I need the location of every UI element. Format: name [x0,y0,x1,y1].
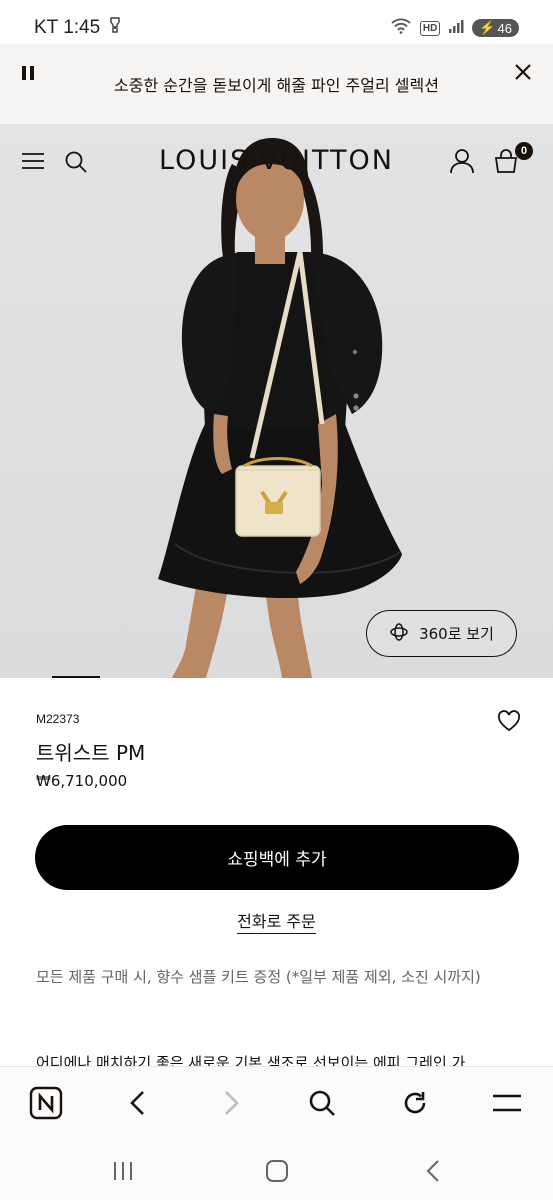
carousel-indicator [52,676,100,678]
browser-toolbar [0,1066,553,1138]
announcement-bar: 소중한 순간을 돋보이게 해줄 파인 주얼리 셀렉션 [0,44,553,124]
signal-icon [448,19,464,37]
battery-level: 46 [497,20,512,36]
product-price: ₩6,710,000 [36,772,128,790]
rotate-360-icon [389,622,409,646]
product-hero-image[interactable]: LOUIS VUITTON 0 360로 보기 [0,124,553,678]
product-name: 트위스트 PM [36,741,146,765]
back-arrow-icon[interactable] [120,1085,156,1121]
close-icon[interactable] [513,62,533,86]
search-icon[interactable] [304,1085,340,1121]
wifi-icon [390,18,412,38]
hd-badge: HD [419,20,441,36]
android-nav-bar [0,1138,553,1200]
more-menu-icon[interactable] [489,1085,525,1121]
add-to-bag-button[interactable]: 쇼핑백에 추가 [35,825,519,890]
naver-home-icon[interactable] [28,1085,64,1121]
back-icon[interactable] [418,1156,448,1186]
flashlight-icon [110,17,120,39]
view-360-button[interactable]: 360로 보기 [366,610,517,657]
announcement-message[interactable]: 소중한 순간을 돋보이게 해줄 파인 주얼리 셀렉션 [114,72,439,96]
site-header: LOUIS VUITTON 0 [0,142,553,184]
model-photo [158,138,402,678]
bag-count-badge: 0 [515,142,533,160]
phone-order-link-wrap: 전화로 주문 [0,908,553,934]
user-account-icon[interactable] [450,148,474,178]
pause-icon[interactable] [22,66,40,84]
carrier-time: KT 1:45 [34,17,101,38]
product-sku: M22373 [36,712,80,726]
heart-wishlist-icon[interactable] [497,710,521,736]
forward-arrow-icon [213,1085,249,1121]
charging-icon: ⚡ [479,20,496,35]
gift-promo-note: 모든 제품 구매 시, 향수 샘플 키트 증정 (*일부 제품 제외, 소진 시… [36,968,481,986]
home-icon[interactable] [262,1156,292,1186]
phone-order-link[interactable]: 전화로 주문 [237,912,316,934]
view-360-label: 360로 보기 [419,625,494,643]
refresh-icon[interactable] [397,1085,433,1121]
recent-apps-icon[interactable] [108,1156,138,1186]
battery-indicator: ⚡ 46 [472,19,519,37]
